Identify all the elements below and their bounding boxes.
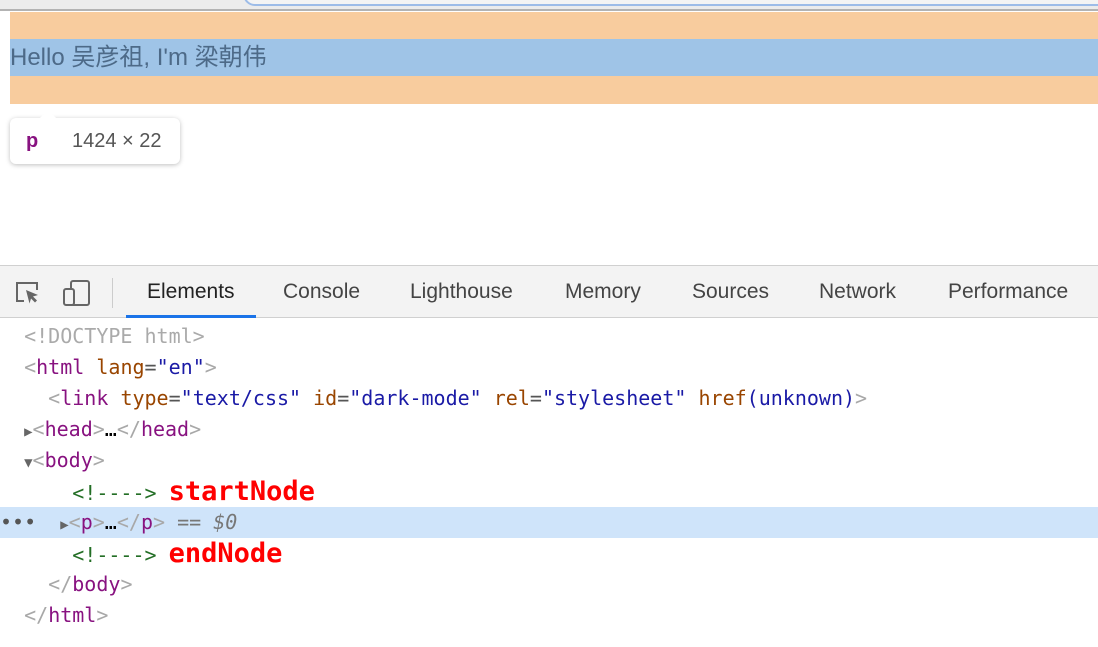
body-node[interactable]: ▼<body> — [0, 445, 1098, 476]
expand-triangle-icon[interactable]: ▶ — [60, 517, 68, 533]
tab-network[interactable]: Network — [819, 266, 896, 318]
ellipsis[interactable]: … — [105, 510, 117, 534]
element-tooltip: p 1424 × 22 — [10, 118, 180, 164]
html-node[interactable]: <html lang="en"> — [0, 352, 1098, 383]
tab-sources[interactable]: Sources — [692, 266, 769, 318]
tab-performance[interactable]: Performance — [948, 266, 1068, 318]
collapse-triangle-icon[interactable]: ▼ — [24, 455, 32, 471]
body-close-node[interactable]: </body> — [0, 569, 1098, 600]
devtools-toolbar: Elements Console Lighthouse Memory Sourc… — [0, 265, 1098, 318]
toolbar-divider — [112, 278, 113, 308]
p-node-selected[interactable]: ••• ▶<p>…</p> == $0 — [0, 507, 1098, 538]
attr-name: rel — [494, 386, 530, 410]
end-node-annotation: endNode — [169, 538, 283, 569]
attr-value: "en" — [157, 355, 205, 379]
start-node-annotation: startNode — [169, 476, 315, 507]
attr-value: "dark-mode" — [349, 386, 481, 410]
expand-triangle-icon[interactable]: ▶ — [24, 424, 32, 440]
link-node[interactable]: <link type="text/css" id="dark-mode" rel… — [0, 383, 1098, 414]
tab-console[interactable]: Console — [283, 266, 360, 318]
device-toggle-icon[interactable] — [62, 280, 90, 306]
more-options-icon[interactable]: ••• — [0, 510, 36, 534]
ellipsis[interactable]: … — [105, 417, 117, 441]
dom-tree: <!DOCTYPE html> <html lang="en"> <link t… — [0, 321, 1098, 631]
attr-name: type — [120, 386, 168, 410]
address-bar[interactable] — [243, 0, 1098, 6]
selected-marker: == $0 — [177, 510, 237, 534]
browser-top-bar — [0, 0, 1098, 11]
tag-name: head — [45, 417, 93, 441]
tag-name: p — [81, 510, 93, 534]
doctype-text: <!DOCTYPE html> — [24, 324, 205, 348]
comment-text: <!----> — [72, 543, 156, 567]
attr-name: id — [313, 386, 337, 410]
inspect-element-icon[interactable] — [14, 280, 42, 306]
start-comment-node[interactable]: <!----> startNode — [0, 476, 1098, 507]
tag-name: html — [36, 355, 84, 379]
tab-memory[interactable]: Memory — [565, 266, 641, 318]
doctype-node[interactable]: <!DOCTYPE html> — [0, 321, 1098, 352]
attr-value: "text/css" — [181, 386, 301, 410]
comment-text: <!----> — [72, 481, 156, 505]
page-paragraph: Hello 吴彦祖, I'm 梁朝伟 — [10, 39, 1098, 76]
tooltip-size: 1424 × 22 — [72, 118, 162, 164]
head-node[interactable]: ▶<head>…</head> — [0, 414, 1098, 445]
attr-value: "stylesheet" — [542, 386, 687, 410]
tag-name: link — [60, 386, 108, 410]
tab-lighthouse[interactable]: Lighthouse — [410, 266, 513, 318]
tooltip-tag: p — [26, 118, 38, 164]
html-close-node[interactable]: </html> — [0, 600, 1098, 631]
tab-elements[interactable]: Elements — [126, 266, 256, 318]
tag-name: body — [45, 448, 93, 472]
end-comment-node[interactable]: <!----> endNode — [0, 538, 1098, 569]
attr-name: lang — [96, 355, 144, 379]
